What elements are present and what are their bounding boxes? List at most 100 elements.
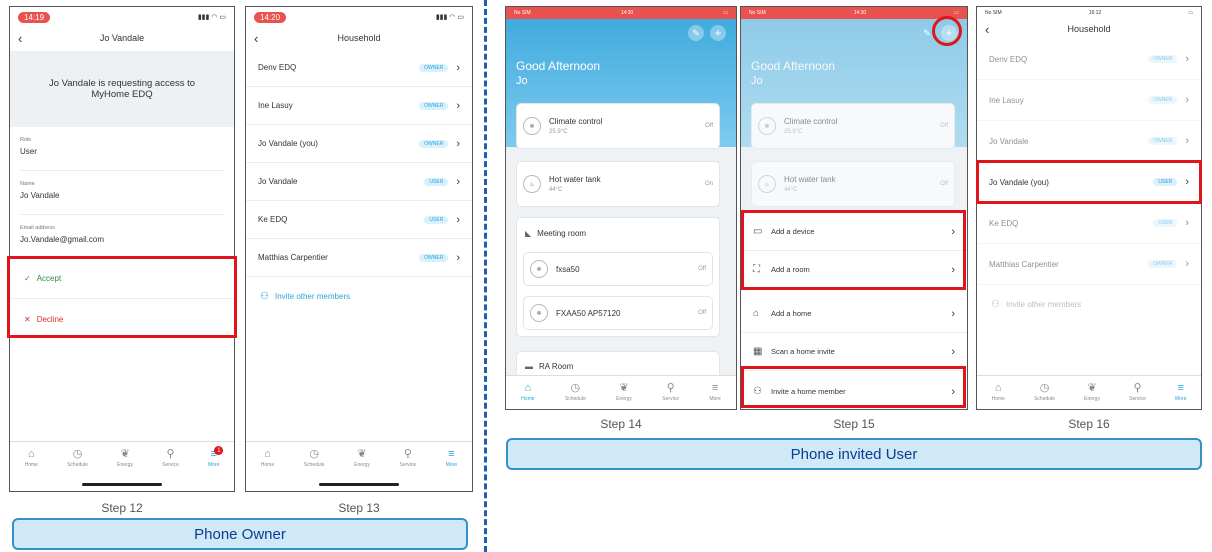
- tab-label: Schedule: [303, 462, 325, 468]
- tab-schedule[interactable]: ◷ Schedule: [565, 383, 586, 403]
- role-badge: USER: [424, 215, 449, 224]
- invite-label: Invite other members: [1005, 299, 1082, 309]
- role-badge: OWNER: [1148, 260, 1178, 268]
- device-name: Hot water tank: [784, 175, 836, 184]
- tab-service[interactable]: ⚲ Service: [400, 448, 417, 469]
- home-icon: ⌂: [524, 382, 532, 394]
- tab-label: Schedule: [1034, 396, 1055, 402]
- add-icon[interactable]: +: [710, 25, 726, 41]
- member-name: Denv EDQ: [989, 54, 1028, 64]
- highlight-accept-decline: [7, 256, 237, 338]
- unit-state: Off: [698, 266, 706, 272]
- wrench-icon: ⚲: [1133, 382, 1142, 394]
- chevron-right-icon: ›: [951, 345, 955, 358]
- back-chevron-icon[interactable]: ‹: [985, 22, 989, 37]
- tab-energy[interactable]: ❦ Energy: [616, 383, 632, 403]
- nav-header: ‹ Jo Vandale: [10, 27, 234, 49]
- clock-icon: ◷: [1039, 382, 1050, 394]
- unit-card[interactable]: ❄ FXAA50 AP57120 Off: [523, 296, 713, 330]
- device-name: Climate control: [549, 117, 603, 126]
- tab-energy[interactable]: ❦ Energy: [1084, 382, 1100, 403]
- climate-control-card[interactable]: ❄ Climate control 25.9°C Off: [516, 103, 720, 149]
- invite-members-link[interactable]: ⚇ Invite other members: [246, 277, 472, 315]
- unit-state: Off: [698, 310, 706, 316]
- menu-label: Add a home: [771, 309, 812, 318]
- wrench-icon: ⚲: [403, 448, 412, 460]
- tab-schedule[interactable]: ◷ Schedule: [303, 449, 325, 469]
- member-row[interactable]: Ke EDQ USER ›: [246, 201, 472, 239]
- name-value: Jo Vandale: [20, 191, 60, 200]
- unit-icon: ❄: [530, 260, 548, 278]
- member-row[interactable]: Matthias Carpentier OWNER ›: [246, 239, 472, 277]
- phone-step-13: 14:20 ▮▮▮ ◠ ▭ ‹ Household Denv EDQ OWNER ›…: [245, 6, 473, 492]
- tab-service[interactable]: ⚲ Service: [662, 383, 679, 403]
- tab-label: More: [208, 462, 220, 468]
- member-row[interactable]: Denv EDQ OWNER ›: [977, 39, 1201, 80]
- home-icon: ⌂: [264, 448, 271, 460]
- tab-home[interactable]: ⌂ Home: [521, 382, 535, 403]
- tab-bar: ⌂ Home ◷ Schedule ❦ Energy ⚲ Service ≡ More: [977, 375, 1201, 409]
- member-row[interactable]: Jo Vandale OWNER ›: [977, 121, 1201, 162]
- tab-more[interactable]: ≡ More: [446, 449, 457, 469]
- dashed-divider: [484, 0, 487, 552]
- member-row[interactable]: Matthias Carpentier OWNER ›: [977, 244, 1201, 285]
- menu-add-home[interactable]: ⌂ Add a home ›: [741, 295, 967, 333]
- tab-more[interactable]: ≡ More: [709, 383, 721, 403]
- highlight-invite-member: [741, 366, 966, 408]
- tab-label: Home: [521, 396, 535, 402]
- battery-icon: ▭: [723, 10, 728, 16]
- member-row[interactable]: Denv EDQ OWNER ›: [246, 49, 472, 87]
- tab-label: Service: [1129, 396, 1146, 402]
- invite-members-link[interactable]: ⚇ Invite other members: [977, 285, 1201, 323]
- tab-schedule[interactable]: ◷ Schedule: [1034, 382, 1055, 403]
- tab-service[interactable]: ⚲ Service: [1129, 382, 1146, 403]
- member-row[interactable]: Ine Lasuy OWNER ›: [246, 87, 472, 125]
- tab-more[interactable]: ≡ More 1: [208, 446, 224, 468]
- member-row[interactable]: Ke EDQ USER ›: [977, 203, 1201, 244]
- meeting-room-group: ◣ Meeting room ❄ fxsa50 Off ❄ FXAA50 AP5…: [516, 217, 720, 337]
- chevron-right-icon: ›: [1185, 135, 1189, 147]
- member-row[interactable]: Ine Lasuy OWNER ›: [977, 80, 1201, 121]
- tab-label: Service: [662, 396, 679, 402]
- tab-home[interactable]: ⌂ Home: [261, 448, 274, 469]
- member-name: Ke EDQ: [989, 218, 1019, 228]
- tab-label: Energy: [354, 462, 370, 468]
- member-row[interactable]: Jo Vandale USER ›: [246, 163, 472, 201]
- unit-icon: ❄: [530, 304, 548, 322]
- leaf-icon: ❦: [1087, 382, 1097, 394]
- carrier-label: No SIM: [985, 10, 1002, 16]
- tab-schedule[interactable]: ◷ Schedule: [67, 449, 88, 469]
- status-bar: No SIM 16:12 ▭: [977, 7, 1201, 19]
- role-badge: OWNER: [419, 139, 449, 148]
- device-state: Off: [705, 123, 713, 129]
- phone-step-12: 14:19 ▮▮▮ ◠ ▭ ‹ Jo Vandale Jo Vandale is…: [9, 6, 235, 492]
- tab-energy[interactable]: ❦ Energy: [117, 449, 133, 469]
- member-row[interactable]: Jo Vandale (you) OWNER ›: [246, 125, 472, 163]
- tab-home[interactable]: ⌂ Home: [991, 383, 1005, 403]
- role-badge: OWNER: [1148, 137, 1178, 145]
- device-state: Off: [940, 123, 948, 129]
- highlight-current-user-row: [976, 160, 1202, 204]
- battery-icon: ▭: [954, 10, 959, 16]
- tab-label: Home: [24, 462, 38, 468]
- tab-bar: ⌂ Home ◷ Schedule ❦ Energy ⚲ Service ≡ More: [506, 375, 736, 409]
- tab-label: More: [1175, 396, 1187, 402]
- back-chevron-icon[interactable]: ‹: [18, 31, 22, 46]
- tab-more[interactable]: ≡ More: [1175, 382, 1187, 403]
- back-chevron-icon[interactable]: ‹: [254, 31, 258, 46]
- tab-home[interactable]: ⌂ Home: [24, 449, 38, 469]
- unit-card[interactable]: ❄ fxsa50 Off: [523, 252, 713, 286]
- tab-label: Home: [991, 396, 1005, 402]
- status-bar: 14:20 ▮▮▮ ◠ ▭: [246, 7, 472, 27]
- tab-label: Energy: [1084, 396, 1100, 402]
- tab-service[interactable]: ⚲ Service: [162, 449, 179, 469]
- page-title: Household: [1067, 24, 1111, 34]
- menu-icon: ≡: [1177, 382, 1184, 394]
- edit-icon[interactable]: ✎: [688, 25, 704, 41]
- device-temp: 25.9°C: [549, 129, 568, 135]
- chevron-right-icon: ›: [456, 137, 460, 150]
- tab-label: More: [709, 396, 721, 402]
- tab-energy[interactable]: ❦ Energy: [354, 449, 370, 469]
- hot-water-card[interactable]: ♨ Hot water tank 44°C On: [516, 161, 720, 207]
- unit-name: FXAA50 AP57120: [556, 308, 621, 318]
